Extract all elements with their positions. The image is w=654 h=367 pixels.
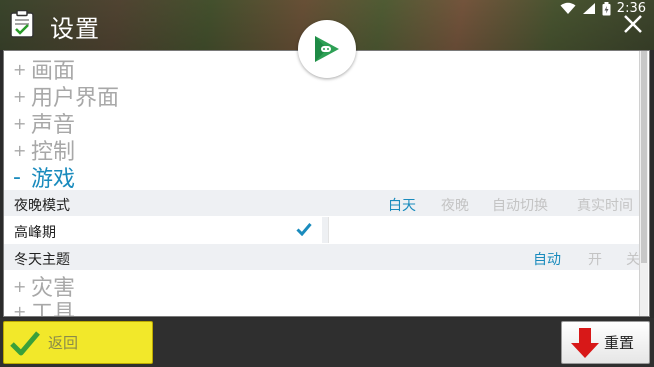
arrow-down-icon [571, 327, 599, 358]
category-controls[interactable]: + 控制 [13, 137, 75, 165]
battery-icon [602, 1, 611, 15]
setting-label: 冬天主题 [14, 252, 70, 268]
collapse-icon: - [13, 164, 21, 190]
expand-icon: + [13, 301, 27, 317]
setting-row-peak: 高峰期 [4, 217, 641, 243]
back-button[interactable]: 返回 [3, 321, 153, 364]
reset-button[interactable]: 重置 [561, 321, 650, 364]
scrollbar[interactable] [639, 51, 648, 316]
option-night[interactable]: 夜晚 [441, 195, 469, 215]
category-label: 游戏 [31, 167, 76, 192]
clipboard-settings-icon [10, 10, 34, 38]
empty-cell [328, 217, 641, 243]
back-label: 返回 [48, 334, 79, 352]
option-off[interactable]: 关 [626, 249, 640, 269]
category-display[interactable]: + 画面 [13, 56, 75, 84]
option-auto[interactable]: 自动 [533, 249, 561, 269]
play-games-badge[interactable] [298, 20, 356, 78]
close-icon[interactable] [622, 13, 644, 35]
reset-label: 重置 [604, 334, 635, 352]
category-game[interactable]: - 游戏 [13, 164, 76, 193]
checkmark-icon [10, 330, 40, 355]
setting-label: 高峰期 [14, 225, 56, 241]
scrollbar-thumb[interactable] [641, 51, 647, 263]
setting-row-winter-theme: 冬天主题 自动 开 关 [4, 244, 641, 270]
page-title: 设置 [50, 15, 100, 43]
option-on[interactable]: 开 [588, 249, 602, 269]
category-ui[interactable]: + 用户界面 [13, 83, 119, 111]
signal-icon [582, 3, 595, 14]
option-auto-switch[interactable]: 自动切换 [492, 195, 548, 215]
setting-label: 夜晚模式 [14, 198, 70, 214]
settings-panel[interactable]: + 画面 + 用户界面 + 声音 + 控制 - 游戏 夜晚模式 白天 夜晚 自动… [3, 50, 650, 317]
bottom-bar: 返回 重置 [0, 318, 654, 367]
wifi-icon [560, 2, 576, 14]
expand-icon: + [13, 86, 27, 106]
play-games-icon [315, 36, 339, 62]
category-label: 工具 [31, 301, 76, 317]
expand-icon: + [13, 113, 27, 133]
option-real-time[interactable]: 真实时间 [577, 195, 633, 215]
option-day[interactable]: 白天 [388, 195, 416, 215]
expand-icon: + [13, 59, 27, 79]
checkmark-icon [296, 223, 312, 236]
peak-toggle-cell[interactable]: 高峰期 [4, 217, 322, 243]
expand-icon: + [13, 140, 27, 160]
setting-row-night-mode: 夜晚模式 白天 夜晚 自动切换 真实时间 [4, 190, 641, 216]
expand-icon: + [13, 276, 27, 296]
category-sound[interactable]: + 声音 [13, 110, 75, 138]
category-tools[interactable]: + 工具 [13, 298, 76, 317]
